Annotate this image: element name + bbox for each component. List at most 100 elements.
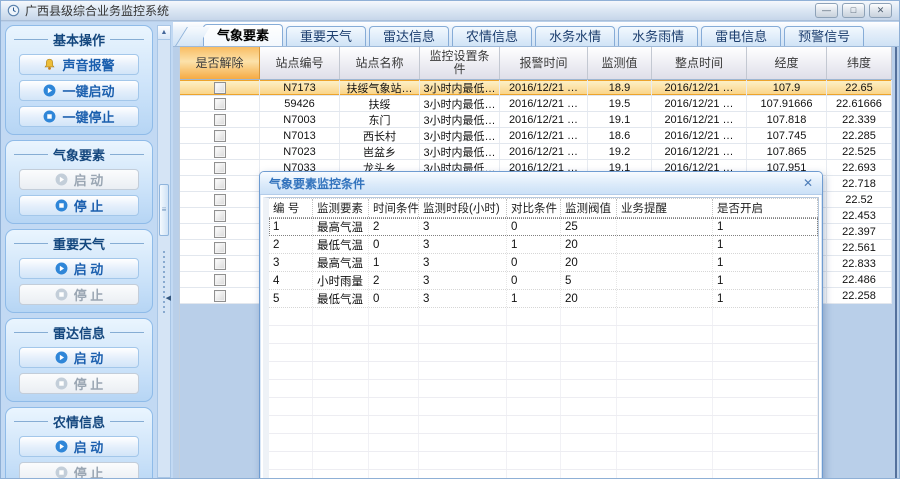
condition-row[interactable]: 2最低气温031201 bbox=[269, 236, 818, 254]
cond-column-header-index[interactable]: 编 号 bbox=[269, 199, 313, 217]
table-row[interactable]: N7023岜盆乡3小时内最低…2016/12/21 …19.22016/12/2… bbox=[180, 144, 892, 160]
collapse-panel-icon[interactable]: ◀ bbox=[166, 294, 171, 302]
column-header-longitude[interactable]: 经度 bbox=[747, 47, 827, 79]
condition-row[interactable]: 5最低气温031201 bbox=[269, 290, 818, 308]
sidebar-groups: 基本操作声音报警一键启动一键停止气象要素启 动停 止重要天气启 动停 止雷达信息… bbox=[5, 25, 153, 478]
remove-checkbox[interactable] bbox=[214, 242, 226, 254]
cond-column-header-business-reminder[interactable]: 业务提醒 bbox=[617, 199, 713, 217]
radar-info-stop-button[interactable]: 停 止 bbox=[19, 373, 139, 394]
tab-lightning-info[interactable]: 雷电信息 bbox=[701, 26, 781, 46]
business-reminder-cell bbox=[617, 236, 713, 253]
scrollbar-track[interactable] bbox=[163, 251, 165, 315]
weather-elements-start-button[interactable]: 启 动 bbox=[19, 169, 139, 190]
empty-cell bbox=[369, 326, 419, 343]
button-label: 启 动 bbox=[74, 348, 104, 367]
empty-cell bbox=[269, 326, 313, 343]
empty-cell bbox=[713, 362, 818, 379]
is-enabled-cell: 1 bbox=[713, 218, 818, 235]
scrollbar-thumb[interactable]: ≡ bbox=[159, 184, 169, 236]
one-key-start-button[interactable]: 一键启动 bbox=[19, 80, 139, 101]
important-weather-start-button[interactable]: 启 动 bbox=[19, 258, 139, 279]
monitor-period-cell: 3 bbox=[419, 290, 507, 307]
remove-checkbox[interactable] bbox=[214, 226, 226, 238]
agriculture-info-stop-button[interactable]: 停 止 bbox=[19, 462, 139, 478]
cond-column-header-is-enabled[interactable]: 是否开启 bbox=[713, 199, 818, 217]
tab-important-weather[interactable]: 重要天气 bbox=[286, 26, 366, 46]
column-header-hour-time[interactable]: 整点时间 bbox=[652, 47, 747, 79]
empty-cell bbox=[419, 326, 507, 343]
empty-cell bbox=[269, 380, 313, 397]
cond-column-header-monitor-period[interactable]: 监测时段(小时) bbox=[419, 199, 507, 217]
remove-checkbox[interactable] bbox=[214, 178, 226, 190]
alarm-time-cell: 2016/12/21 … bbox=[500, 112, 588, 127]
hour-time-cell: 2016/12/21 … bbox=[652, 144, 747, 159]
table-row[interactable]: 59426扶绥3小时内最低…2016/12/21 …19.52016/12/21… bbox=[180, 96, 892, 112]
cond-column-header-threshold[interactable]: 监测阀值 bbox=[561, 199, 617, 217]
window-controls: — □ ✕ bbox=[815, 3, 895, 18]
remove-checkbox[interactable] bbox=[214, 210, 226, 222]
threshold-cell: 20 bbox=[561, 236, 617, 253]
one-key-stop-button[interactable]: 一键停止 bbox=[19, 106, 139, 127]
tab-water-rainfall[interactable]: 水务雨情 bbox=[618, 26, 698, 46]
remove-checkbox[interactable] bbox=[214, 274, 226, 286]
condition-row[interactable]: 1最高气温230251 bbox=[269, 218, 818, 236]
condition-row[interactable]: 4小时雨量23051 bbox=[269, 272, 818, 290]
minimize-button[interactable]: — bbox=[815, 3, 838, 18]
empty-cell bbox=[313, 470, 369, 479]
remove-checkbox[interactable] bbox=[214, 194, 226, 206]
tab-radar-info[interactable]: 雷达信息 bbox=[369, 26, 449, 46]
tab-water-condition[interactable]: 水务水情 bbox=[535, 26, 615, 46]
remove-flag-cell bbox=[180, 208, 260, 223]
column-header-monitor-condition[interactable]: 监控设置条件 bbox=[420, 47, 500, 79]
empty-cell bbox=[713, 470, 818, 479]
remove-checkbox[interactable] bbox=[214, 290, 226, 302]
column-header-latitude[interactable]: 纬度 bbox=[827, 47, 892, 79]
cond-column-header-compare-condition[interactable]: 对比条件 bbox=[507, 199, 561, 217]
button-label: 启 动 bbox=[74, 259, 104, 278]
maximize-button[interactable]: □ bbox=[842, 3, 865, 18]
business-reminder-cell bbox=[617, 254, 713, 271]
cond-column-header-monitor-element[interactable]: 监测要素 bbox=[313, 199, 369, 217]
sidebar-scrollbar[interactable]: ▲ ≡ ◀ bbox=[157, 25, 171, 478]
table-row[interactable]: N7013西长村3小时内最低…2016/12/21 …18.62016/12/2… bbox=[180, 128, 892, 144]
weather-elements-stop-button[interactable]: 停 止 bbox=[19, 195, 139, 216]
remove-checkbox[interactable] bbox=[214, 82, 226, 94]
column-header-station-name[interactable]: 站点名称 bbox=[340, 47, 420, 79]
tab-bar: 气象要素重要天气雷达信息农情信息水务水情水务雨情雷电信息预警信号 bbox=[173, 22, 899, 47]
remove-checkbox[interactable] bbox=[214, 98, 226, 110]
column-header-remove-flag[interactable]: 是否解除 bbox=[180, 47, 260, 79]
radar-info-start-button[interactable]: 启 动 bbox=[19, 347, 139, 368]
empty-cell bbox=[419, 434, 507, 451]
remove-flag-cell bbox=[180, 112, 260, 127]
button-label: 启 动 bbox=[74, 437, 104, 456]
remove-checkbox[interactable] bbox=[214, 162, 226, 174]
monitor-condition-cell: 3小时内最低… bbox=[420, 128, 500, 143]
important-weather-stop-button[interactable]: 停 止 bbox=[19, 284, 139, 305]
dialog-close-icon[interactable]: ✕ bbox=[803, 176, 813, 190]
table-row[interactable]: N7003东门3小时内最低…2016/12/21 …19.12016/12/21… bbox=[180, 112, 892, 128]
scroll-up-icon[interactable]: ▲ bbox=[158, 26, 170, 40]
button-label: 停 止 bbox=[74, 374, 104, 393]
table-row[interactable]: N7173扶绥气象站…3小时内最低…2016/12/21 …18.92016/1… bbox=[180, 80, 892, 96]
threshold-cell: 20 bbox=[561, 290, 617, 307]
tab-warning-signal[interactable]: 预警信号 bbox=[784, 26, 864, 46]
empty-cell bbox=[713, 452, 818, 469]
column-header-monitor-value[interactable]: 监测值 bbox=[588, 47, 652, 79]
remove-checkbox[interactable] bbox=[214, 258, 226, 270]
tab-agriculture-info[interactable]: 农情信息 bbox=[452, 26, 532, 46]
cond-column-header-time-condition[interactable]: 时间条件 bbox=[369, 199, 419, 217]
empty-cell bbox=[313, 308, 369, 325]
sound-alarm-button[interactable]: 声音报警 bbox=[19, 54, 139, 75]
tab-weather-elements[interactable]: 气象要素 bbox=[203, 24, 283, 46]
agriculture-info-start-button[interactable]: 启 动 bbox=[19, 436, 139, 457]
empty-cell bbox=[561, 416, 617, 433]
remove-flag-cell bbox=[180, 240, 260, 255]
column-header-station-id[interactable]: 站点编号 bbox=[260, 47, 340, 79]
sidebar-group-title: 雷达信息 bbox=[53, 323, 105, 342]
column-header-alarm-time[interactable]: 报警时间 bbox=[500, 47, 588, 79]
remove-checkbox[interactable] bbox=[214, 114, 226, 126]
remove-checkbox[interactable] bbox=[214, 146, 226, 158]
close-button[interactable]: ✕ bbox=[869, 3, 892, 18]
condition-row[interactable]: 3最高气温130201 bbox=[269, 254, 818, 272]
remove-checkbox[interactable] bbox=[214, 130, 226, 142]
